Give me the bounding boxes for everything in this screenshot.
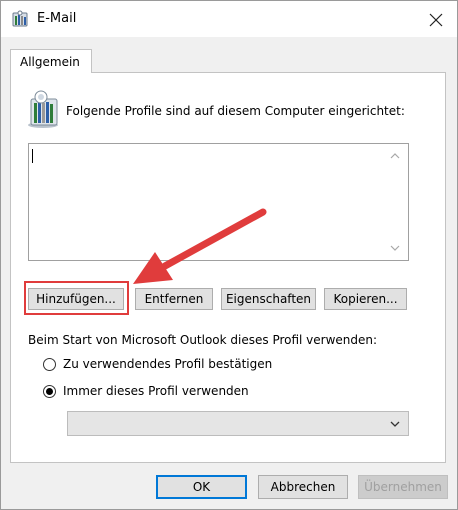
close-icon[interactable] (425, 9, 447, 31)
mail-profile-icon (12, 10, 28, 27)
profile-select[interactable] (67, 411, 409, 436)
window-title: E-Mail (37, 11, 77, 26)
chevron-down-icon[interactable] (389, 418, 401, 430)
text-caret (32, 149, 33, 163)
email-dialog: E-Mail Allgemein Folgende Profile sind a… (0, 0, 458, 510)
copy-profile-button[interactable]: Kopieren... (324, 288, 407, 310)
profiles-intro-label: Folgende Profile sind auf diesem Compute… (66, 104, 405, 118)
properties-button[interactable]: Eigenschaften (221, 288, 316, 310)
cancel-button[interactable]: Abbrechen (258, 475, 348, 499)
profiles-listbox[interactable] (28, 143, 409, 261)
title-bar: E-Mail (1, 1, 457, 37)
radio-button-icon[interactable] (43, 358, 56, 371)
radio-confirm-profile-label: Zu verwendendes Profil bestätigen (63, 357, 273, 371)
tab-allgemein[interactable]: Allgemein (10, 49, 92, 73)
add-profile-button[interactable]: Hinzufügen... (28, 288, 124, 310)
profiles-scrollbar[interactable] (382, 144, 408, 260)
startup-profile-label: Beim Start von Microsoft Outlook dieses … (28, 333, 378, 347)
profiles-icon (28, 90, 58, 128)
apply-button[interactable]: Übernehmen (358, 475, 448, 499)
radio-button-selected-icon[interactable] (43, 385, 56, 398)
radio-always-use-profile-label: Immer dieses Profil verwenden (63, 384, 249, 398)
scroll-down-icon[interactable] (382, 238, 408, 258)
ok-button[interactable]: OK (156, 475, 247, 499)
remove-profile-button[interactable]: Entfernen (135, 288, 213, 310)
scroll-up-icon[interactable] (382, 146, 408, 166)
tab-label: Allgemein (20, 55, 80, 69)
tab-panel (10, 72, 446, 463)
